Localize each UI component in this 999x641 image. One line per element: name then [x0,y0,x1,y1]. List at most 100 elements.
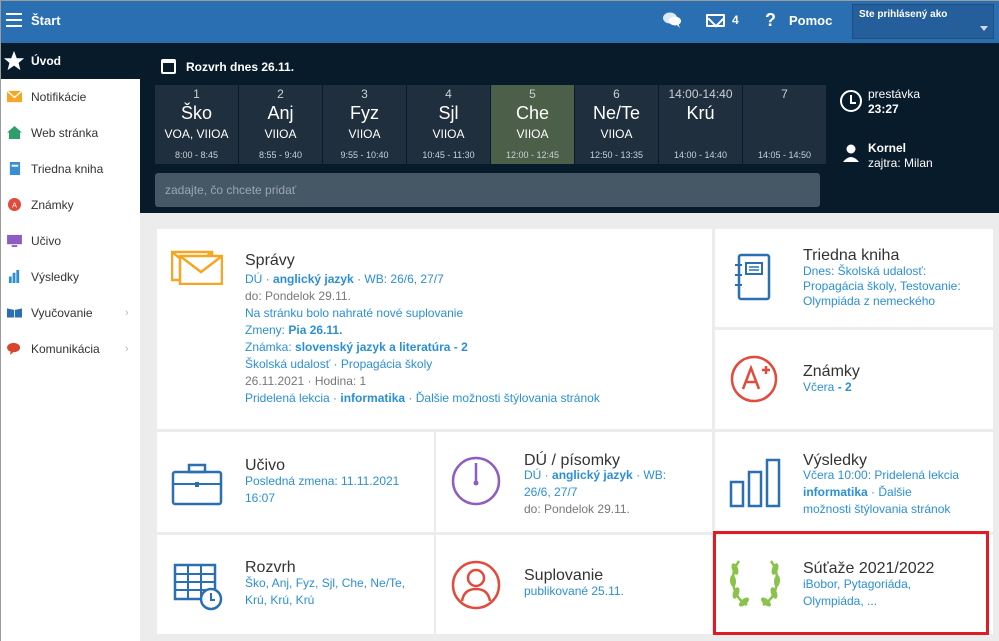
tile-line[interactable]: Včera 10:00: Pridelená lekcia [803,467,959,484]
open-book-icon [7,308,22,318]
period-cell[interactable]: 14:00-14:40 Krú 14:00 - 14:40 [659,85,742,164]
message-link[interactable]: Pridelená lekcia [245,391,330,405]
book-icon [9,162,21,175]
period-cell[interactable]: 2 Anj VIIOA 8:55 - 9:40 [239,85,322,164]
sidebar-item-web[interactable]: Web stránka [1,115,140,151]
tile-line[interactable]: 16:07 [245,490,399,507]
period-time: 10:45 - 11:30 [422,150,475,160]
user-menu[interactable]: Ste prihlásený ako [852,4,994,39]
link-subject[interactable]: informatika [803,485,868,499]
link-du[interactable]: DÚ [245,272,262,286]
period-number: 14:00-14:40 [668,87,733,101]
brand-title[interactable]: Štart [31,13,61,28]
link-subject[interactable]: anglický jazyk [552,468,633,482]
tile-line[interactable]: Dnes: Školská udalosť: [803,264,961,279]
message-link[interactable]: Na stránku bolo nahraté nové suplovanie [245,305,705,322]
sidebar-item-label: Známky [31,198,74,212]
sidebar-item-vysledky[interactable]: Výsledky [1,259,140,295]
period-cell[interactable]: 4 Sjl VIIOA 10:45 - 11:30 [407,85,490,164]
star-icon [3,50,25,71]
tile-line[interactable]: Posledná zmena: 11.11.2021 [245,473,399,490]
link-subject[interactable]: anglický jazyk [273,272,354,286]
message-link[interactable]: slovenský jazyk a literatúra [295,340,450,354]
period-time: 12:00 - 12:45 [505,150,560,160]
tile-suplovanie[interactable]: Suplovanie publikované 25.11. [436,535,712,634]
tile-title: Správy [245,252,295,269]
person-icon [843,144,859,162]
tile-line[interactable]: Včera [803,380,834,394]
tile-line[interactable]: publikované 25.11. [524,583,624,600]
tile-line[interactable]: Olympiáda z nemeckého [803,294,961,309]
tile-line[interactable]: Ďalšie [878,485,911,499]
sidebar-item-znamky[interactable]: A Známky [1,187,140,223]
period-classes: VIIOA [432,127,465,141]
link-du[interactable]: DÚ [524,468,541,482]
chevron-right-icon: › [125,343,129,355]
tile-rozvrh[interactable]: Rozvrh Ško, Anj, Fyz, Sjl, Che, Ne/Te, K… [157,535,434,634]
sidebar-item-triedna-kniha[interactable]: Triedna kniha [1,151,140,187]
sidebar-item-label: Učivo [31,234,62,248]
sidebar-item-label: Výsledky [31,270,80,284]
sidebar-item-notifikacie[interactable]: Notifikácie [1,79,140,115]
period-subject: Sjl [438,103,459,123]
period-cell-current[interactable]: 5 Che VIIOA 12:00 - 12:45 [491,85,574,164]
help-link[interactable]: Pomoc [789,13,832,28]
chat-icon[interactable] [662,11,682,29]
tile-line[interactable]: Krú, Krú, Krú [245,592,405,609]
message-link[interactable]: Pia 26.11. [288,323,342,337]
tile-title: Triedna kniha [803,247,900,264]
period-subject: Ško [180,103,213,123]
tile-triedna-kniha[interactable]: Triedna kniha Dnes: Školská udalosť: Pro… [715,229,993,327]
sidebar-item-label: Vyučovanie [31,306,93,320]
tile-spravy[interactable]: Správy DÚ · anglický jazyk · WB: 26/6, 2… [157,229,712,429]
menu-icon[interactable] [6,13,22,27]
message-link[interactable]: informatika [340,391,405,405]
message-link[interactable]: Ďalšie možnosti štýlovania stránok [416,391,600,405]
message-label[interactable]: Zmeny: [245,323,285,337]
grade-value[interactable]: - 2 [838,380,852,394]
tile-line[interactable]: 26/6, 27/7 [524,484,709,501]
message-link[interactable]: Školská udalosť [245,357,330,371]
top-bar: Štart 4 ? Pomoc Ste prihlásený ako [1,1,999,43]
teacher-info[interactable]: Kornel zajtra: Milan [868,141,933,171]
tile-du-pisomky[interactable]: DÚ / písomky DÚ · anglický jazyk · WB: 2… [436,432,712,532]
message-link[interactable]: Propagácia školy [341,357,432,371]
tile-vysledky[interactable]: Výsledky Včera 10:00: Pridelená lekcia i… [715,432,993,532]
link-homework[interactable]: WB: 26/6, 27/7 [364,272,443,286]
mail-icon[interactable] [706,14,725,27]
substitute-person-icon [451,560,501,610]
period-number: 3 [361,87,368,101]
schedule-periods: 1 Ško VOA, VIIOA 8:00 - 8:45 2 Anj VIIOA… [155,85,827,164]
message-label[interactable]: Známka: [245,340,292,354]
sidebar-item-label: Notifikácie [31,90,87,104]
break-time: 23:27 [868,102,899,116]
period-cell[interactable]: 3 Fyz VIIOA 9:55 - 10:40 [323,85,406,164]
tile-znamky[interactable]: Známky Včera - 2 [715,330,993,429]
tile-line[interactable]: Propagácia školy, Testovanie: [803,279,961,294]
quick-add-input[interactable]: zadajte, čo chcete pridať [155,173,820,207]
sidebar-item-ucivo[interactable]: Učivo [1,223,140,259]
period-classes: VIIOA [264,127,297,141]
period-cell[interactable]: 1 Ško VOA, VIIOA 8:00 - 8:45 [155,85,238,164]
period-cell[interactable]: 6 Ne/Te VIIOA 12:50 - 13:35 [575,85,658,164]
period-number: 5 [529,87,536,101]
link-homework[interactable]: WB: [643,468,666,482]
period-number: 2 [277,87,284,101]
tile-line[interactable]: možnosti štýlovania stránok [803,501,959,518]
message-line: do: Pondelok 29.11. [245,289,351,303]
schedule-header[interactable]: Rozvrh dnes 26.11. [161,59,294,74]
sidebar-item-uvod[interactable]: Úvod [1,43,140,79]
sidebar-item-komunikacia[interactable]: Komunikácia › [1,331,140,367]
period-cell[interactable]: 7 14:05 - 14:50 [743,85,826,164]
period-time: 14:00 - 14:40 [673,150,728,160]
sidebar-item-vyucovanie[interactable]: Vyučovanie › [1,295,140,331]
help-icon[interactable]: ? [765,10,776,31]
mail-count-badge[interactable]: 4 [732,13,739,27]
tile-ucivo[interactable]: Učivo Posledná zmena: 11.11.2021 16:07 [157,432,434,532]
period-time: 12:50 - 13:35 [589,150,644,160]
grade-value[interactable]: - 2 [454,340,468,354]
chart-icon [8,270,20,283]
tile-line[interactable]: Ško, Anj, Fyz, Sjl, Che, Ne/Te, [245,575,405,592]
user-label: Ste prihlásený ako [859,9,948,20]
period-time: 8:55 - 9:40 [258,150,303,160]
